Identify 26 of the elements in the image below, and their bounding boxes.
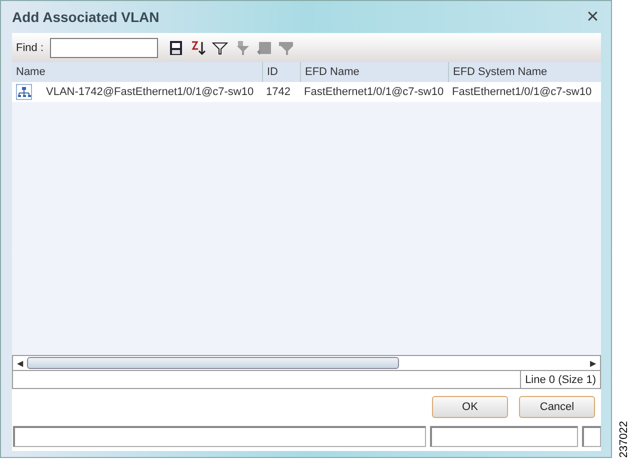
figure-number: 237022 bbox=[618, 421, 630, 458]
status-text: Line 0 (Size 1) bbox=[520, 371, 600, 388]
table-cell-text: 1742 bbox=[265, 85, 292, 100]
close-button[interactable]: ✕ bbox=[584, 7, 601, 27]
window-title: Add Associated VLAN bbox=[12, 9, 160, 25]
table-cell-text: FastEthernet1/0/1@c7-sw10 bbox=[451, 85, 593, 100]
ok-button[interactable]: OK bbox=[432, 396, 508, 418]
scroll-right-button[interactable]: ▶ bbox=[586, 358, 600, 368]
sort-icon[interactable] bbox=[190, 40, 206, 56]
horizontal-scrollbar[interactable]: ◀ ▶ bbox=[12, 355, 601, 371]
scroll-thumb[interactable] bbox=[27, 357, 399, 369]
filter-table-icon[interactable] bbox=[278, 40, 294, 56]
network-icon bbox=[16, 84, 32, 100]
input-field[interactable] bbox=[13, 426, 426, 447]
cancel-button[interactable]: Cancel bbox=[519, 396, 595, 418]
column-header[interactable]: Name bbox=[12, 62, 262, 82]
find-field[interactable] bbox=[50, 38, 158, 58]
scroll-left-button[interactable]: ◀ bbox=[13, 358, 27, 368]
find-label: Find : bbox=[16, 42, 44, 54]
save-icon[interactable] bbox=[168, 40, 184, 56]
table-cell: VLAN-1742@FastEthernet1/0/1@c7-sw10 bbox=[46, 86, 254, 98]
table-cell-text: FastEthernet1/0/1@c7-sw10 bbox=[303, 85, 445, 100]
table-row[interactable]: VLAN-1742@FastEthernet1/0/1@c7-sw10 1742 FastEthernet1/0/1@c7-sw10 FastEthernet1/0/1@c7-sw10 bbox=[12, 82, 601, 102]
input-field[interactable] bbox=[430, 426, 578, 447]
filter-icon[interactable] bbox=[212, 40, 228, 56]
input-field[interactable] bbox=[582, 426, 601, 447]
